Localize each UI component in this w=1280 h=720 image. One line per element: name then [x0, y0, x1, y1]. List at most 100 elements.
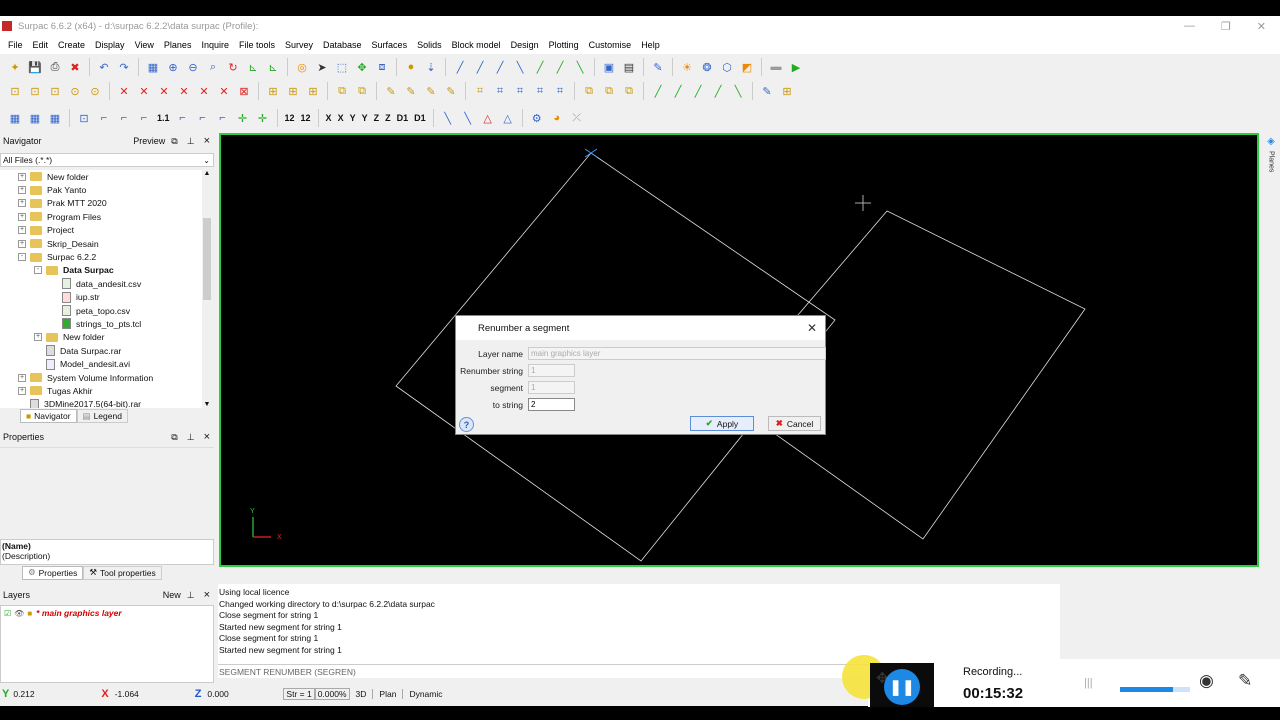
zoom-out-icon[interactable]: ⊖: [184, 58, 202, 76]
edit-icon[interactable]: ✎: [422, 82, 440, 100]
scroll-thumb[interactable]: [203, 218, 211, 300]
menu-display[interactable]: Display: [95, 40, 125, 50]
warning-icon[interactable]: △: [499, 109, 517, 127]
line-icon[interactable]: ╱: [471, 58, 489, 76]
arrow-icon[interactable]: ✛: [254, 109, 272, 127]
measure-icon[interactable]: ⌐: [95, 109, 113, 127]
tree-item[interactable]: + Prak MTT 2020: [0, 197, 202, 210]
menu-file-tools[interactable]: File tools: [239, 40, 275, 50]
cross-icon[interactable]: ✕: [195, 82, 213, 100]
checkbox-icon[interactable]: ☑: [4, 609, 11, 618]
tab-tool-properties[interactable]: ⚒ Tool properties: [83, 565, 162, 580]
tree-item[interactable]: + System Volume Information: [0, 371, 202, 384]
close-panel-icon[interactable]: ×: [204, 589, 210, 601]
menu-surfaces[interactable]: Surfaces: [372, 40, 408, 50]
tree-item[interactable]: + New folder: [0, 170, 202, 183]
line-icon[interactable]: ╱: [491, 58, 509, 76]
snap-icon[interactable]: ⧈: [373, 58, 391, 76]
expand-icon[interactable]: +: [18, 186, 26, 195]
delete-icon[interactable]: ✖: [66, 58, 84, 76]
expand-icon[interactable]: +: [18, 239, 26, 248]
menu-planes[interactable]: Planes: [164, 40, 192, 50]
string-icon[interactable]: ⌗: [511, 82, 529, 100]
maximize-icon[interactable]: ❐: [1221, 20, 1231, 33]
tab-legend[interactable]: ▤ Legend: [76, 409, 128, 423]
menu-create[interactable]: Create: [58, 40, 85, 50]
line-icon[interactable]: ╱: [531, 58, 549, 76]
volume-slider[interactable]: [1120, 687, 1190, 692]
string-icon[interactable]: ⌗: [551, 82, 569, 100]
pointer-icon[interactable]: ➤: [313, 58, 331, 76]
add-icon[interactable]: ⊞: [264, 82, 282, 100]
line-icon[interactable]: ╱: [451, 58, 469, 76]
axes-alt-icon[interactable]: ⊾: [264, 58, 282, 76]
tree-item[interactable]: + Project: [0, 224, 202, 237]
menu-solids[interactable]: Solids: [417, 40, 442, 50]
toolbar-label-button[interactable]: 12: [283, 109, 297, 127]
help-icon[interactable]: ?: [459, 417, 474, 432]
file-filter-select[interactable]: All Files (.*.*) ⌄: [0, 153, 214, 167]
layer-icon[interactable]: ⧉: [580, 82, 598, 100]
edit-icon[interactable]: ✎: [402, 82, 420, 100]
expand-icon[interactable]: +: [18, 373, 26, 382]
expand-icon[interactable]: +: [18, 172, 26, 181]
draw-icon[interactable]: ╱: [649, 82, 667, 100]
string-icon[interactable]: ⌗: [471, 82, 489, 100]
apply-button[interactable]: ✔ Apply: [690, 416, 754, 431]
collapse-icon[interactable]: -: [34, 266, 42, 275]
expand-icon[interactable]: +: [18, 386, 26, 395]
sun-icon[interactable]: ☀: [678, 58, 696, 76]
toolbar-label-button[interactable]: D1: [395, 109, 411, 127]
add-icon[interactable]: ⊞: [284, 82, 302, 100]
measure-icon[interactable]: ⌐: [174, 109, 192, 127]
menu-database[interactable]: Database: [323, 40, 362, 50]
pin-icon[interactable]: ⊥: [187, 432, 195, 443]
new-file-icon[interactable]: ✦: [6, 58, 24, 76]
snap-icon[interactable]: ⊡: [46, 82, 64, 100]
layer-row[interactable]: ☑ 👁 ■ * main graphics layer: [1, 606, 213, 620]
palette-icon[interactable]: ◕: [548, 109, 566, 127]
cancel-button[interactable]: ✖ Cancel: [768, 416, 821, 431]
line-icon[interactable]: ╲: [571, 58, 589, 76]
pen-icon[interactable]: ✎: [758, 82, 776, 100]
cross-icon[interactable]: ✕: [135, 82, 153, 100]
toolbar-label-button[interactable]: Z: [372, 109, 382, 127]
menu-view[interactable]: View: [135, 40, 154, 50]
layer-icon[interactable]: ⧉: [353, 82, 371, 100]
measure-icon[interactable]: ⌐: [135, 109, 153, 127]
line-icon[interactable]: ╱: [551, 58, 569, 76]
menu-survey[interactable]: Survey: [285, 40, 313, 50]
menu-block-model[interactable]: Block model: [452, 40, 501, 50]
move-icon[interactable]: ✥: [353, 58, 371, 76]
segment-field[interactable]: 1: [528, 381, 575, 394]
tree-item[interactable]: Model_andesit.avi: [0, 357, 202, 370]
tree-item[interactable]: + Program Files: [0, 210, 202, 223]
menu-design[interactable]: Design: [511, 40, 539, 50]
layer-icon[interactable]: ⧉: [600, 82, 618, 100]
menu-customise[interactable]: Customise: [589, 40, 632, 50]
preview-button[interactable]: Preview: [133, 136, 165, 146]
draw-icon[interactable]: ╲: [729, 82, 747, 100]
pin-icon[interactable]: ⊥: [187, 590, 195, 601]
point-icon[interactable]: ●: [402, 58, 420, 76]
lock-icon[interactable]: ■: [27, 609, 32, 618]
menu-inquire[interactable]: Inquire: [201, 40, 229, 50]
pin-icon[interactable]: ⊥: [187, 136, 195, 147]
draw-icon[interactable]: ╱: [689, 82, 707, 100]
undo-icon[interactable]: ↶: [95, 58, 113, 76]
tree-item[interactable]: peta_topo.csv: [0, 304, 202, 317]
zoom-icon[interactable]: ⌕: [204, 58, 222, 76]
tree-item[interactable]: + Skrip_Desain: [0, 237, 202, 250]
expand-icon[interactable]: +: [18, 226, 26, 235]
expand-icon[interactable]: +: [18, 212, 26, 221]
wireframe-icon[interactable]: ⬡: [718, 58, 736, 76]
measure-icon[interactable]: ⊡: [75, 109, 93, 127]
print-icon[interactable]: ⎙: [46, 58, 64, 76]
tree-item[interactable]: + New folder: [0, 331, 202, 344]
measure-icon[interactable]: ⌐: [115, 109, 133, 127]
target-icon[interactable]: ◎: [293, 58, 311, 76]
pen-icon[interactable]: ✎: [649, 58, 667, 76]
mode-3d[interactable]: 3D: [356, 689, 367, 699]
gear-icon[interactable]: ⚙: [528, 109, 546, 127]
eye-icon[interactable]: 👁: [14, 609, 24, 618]
